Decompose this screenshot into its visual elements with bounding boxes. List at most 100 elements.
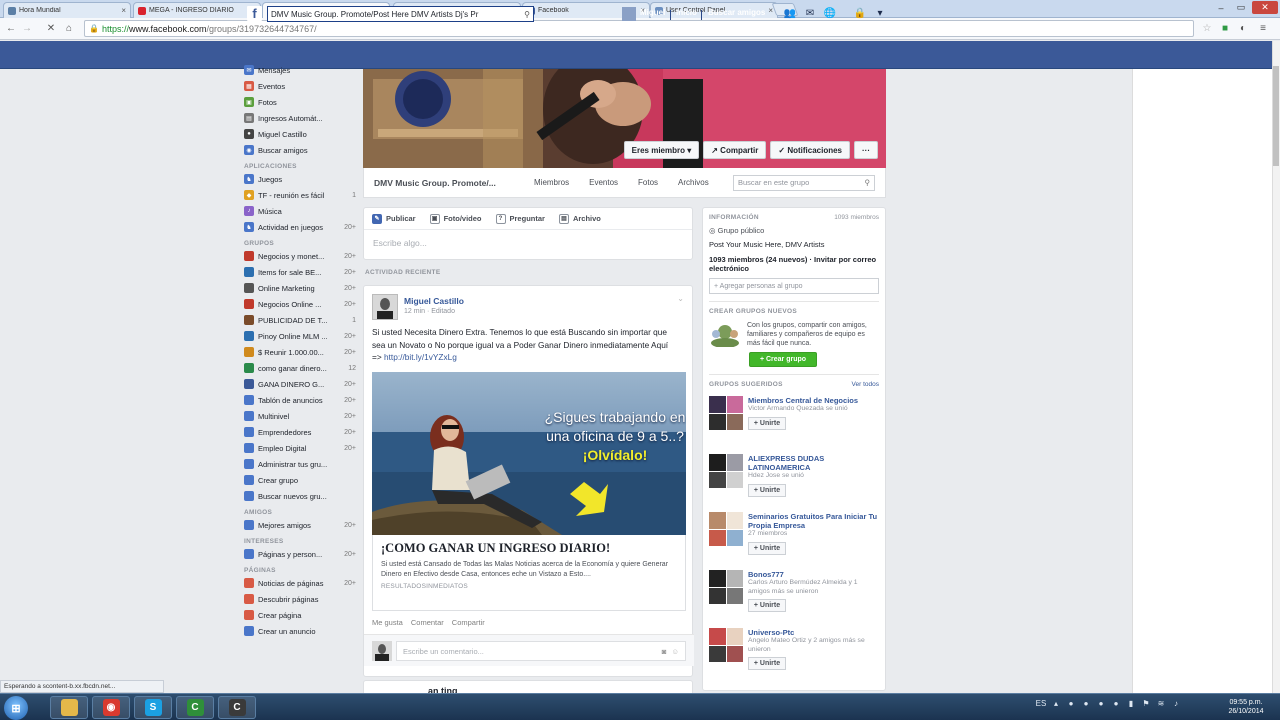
sidebar-item-group-7[interactable]: como ganar dinero... 12 <box>244 360 356 376</box>
group-cover-photo[interactable]: Eres miembro ▾ ↗ Compartir ✓ Notificacio… <box>363 69 886 168</box>
composer-tab-post[interactable]: ✎ Publicar <box>372 213 416 224</box>
sidebar-item-group-6[interactable]: $ Reunir 1.000.00... 20+ <box>244 344 356 360</box>
sidebar-item-group-5[interactable]: Pinoy Online MLM ... 20+ <box>244 328 356 344</box>
sidebar-item-group-15[interactable]: Buscar nuevos gru... <box>244 488 356 504</box>
profile-name-link[interactable]: Miguel <box>640 8 665 17</box>
sidebar-item-group-4[interactable]: PUBLICIDAD DE T... 1 <box>244 312 356 328</box>
sidebar-item-group-12[interactable]: Empleo Digital 20+ <box>244 440 356 456</box>
suggested-group-name[interactable]: Bonos777 <box>748 570 879 579</box>
comment-link[interactable]: Comentar <box>411 618 444 627</box>
wifi-icon[interactable]: ≋ <box>1156 698 1166 708</box>
home-link[interactable]: Inicio <box>676 8 697 17</box>
suggested-group-name[interactable]: Miembros Central de Negocios <box>748 396 858 405</box>
add-people-input[interactable]: + Agregar personas al grupo <box>709 278 879 294</box>
tray-app-icon[interactable]: ● <box>1066 698 1076 708</box>
sidebar-item-pages-1[interactable]: Descubrir páginas <box>244 591 356 607</box>
join-group-button[interactable]: + Unirte <box>748 657 786 670</box>
see-all-link[interactable]: Ver todos <box>852 381 879 388</box>
suggested-group-name[interactable]: ALIEXPRESS DUDAS LATINOAMERICA <box>748 454 879 472</box>
clock[interactable]: 09:55 p.m. 26/10/2014 <box>1218 698 1274 716</box>
new-members-text[interactable]: 1093 miembros (24 nuevos) · Invitar por … <box>709 255 879 273</box>
sidebar-item-top-5[interactable]: ◉ Buscar amigos <box>244 142 356 158</box>
suggested-group-name[interactable]: Universo-Ptc <box>748 628 879 637</box>
sidebar-item-app-3[interactable]: ♞ Actividad en juegos 20+ <box>244 219 356 235</box>
sidebar-item-pages-2[interactable]: Crear página <box>244 607 356 623</box>
flag-icon[interactable]: ⚑ <box>1141 698 1151 708</box>
tab-files[interactable]: Archivos <box>678 178 709 187</box>
suggested-group-thumbnail[interactable] <box>709 628 743 662</box>
maximize-icon[interactable]: ▭ <box>1232 1 1250 14</box>
join-group-button[interactable]: + Unirte <box>748 599 786 612</box>
link-preview[interactable]: ¡COMO GANAR UN INGRESO DIARIO! Si usted … <box>372 535 686 611</box>
sidebar-item-group-3[interactable]: Negocios Online ... 20+ <box>244 296 356 312</box>
taskbar-app-camtasia-1[interactable]: C <box>176 696 214 719</box>
groups-section-heading[interactable]: GRUPOS <box>244 235 356 248</box>
sidebar-item-top-1[interactable]: ▦ Eventos <box>244 78 356 94</box>
bookmark-star-icon[interactable]: ☆ <box>1200 21 1214 35</box>
share-button[interactable]: ↗ Compartir <box>703 141 767 159</box>
sidebar-item-top-4[interactable]: ● Miguel Castillo <box>244 126 356 142</box>
composer-input[interactable]: Escribe algo... <box>364 230 692 256</box>
search-icon[interactable]: ⚲ <box>865 178 871 187</box>
pages-section-heading[interactable]: PÁGINAS <box>244 562 356 575</box>
post-link-image[interactable]: ¿Sigues trabajando en una oficina de 9 a… <box>372 372 686 535</box>
interests-section-heading[interactable]: INTERESES <box>244 533 356 546</box>
sidebar-item-group-11[interactable]: Emprendedores 20+ <box>244 424 356 440</box>
taskbar-app-skype[interactable]: S <box>134 696 172 719</box>
suggested-group-thumbnail[interactable] <box>709 570 743 604</box>
extension-2-icon[interactable]: ◐ <box>1236 21 1250 35</box>
network-icon[interactable]: ▮ <box>1126 698 1136 708</box>
sidebar-item-group-2[interactable]: Online Marketing 20+ <box>244 280 356 296</box>
sidebar-item-group-1[interactable]: Items for sale BE... 20+ <box>244 264 356 280</box>
composer-tab-question[interactable]: ? Preguntar <box>495 213 545 224</box>
group-search-input[interactable]: Buscar en este grupo ⚲ <box>733 174 875 191</box>
like-link[interactable]: Me gusta <box>372 618 403 627</box>
suggested-group-thumbnail[interactable] <box>709 396 743 430</box>
address-bar[interactable]: 🔒 https://www.facebook.com/groups/319732… <box>84 20 1194 37</box>
messages-icon[interactable]: ✉ <box>804 7 816 19</box>
sidebar-item-top-2[interactable]: ▣ Fotos <box>244 94 356 110</box>
share-link[interactable]: Compartir <box>452 618 485 627</box>
privacy-shortcuts-icon[interactable]: 🔒 <box>854 7 866 19</box>
join-group-button[interactable]: + Unirte <box>748 416 786 430</box>
start-button[interactable]: ⊞ <box>4 696 28 720</box>
tab-photos[interactable]: Fotos <box>638 178 658 187</box>
tab-events[interactable]: Eventos <box>589 178 618 187</box>
tab-members[interactable]: Miembros <box>534 178 569 187</box>
group-name[interactable]: DMV Music Group. Promote/... <box>374 178 514 188</box>
taskbar-app-explorer[interactable] <box>50 696 88 719</box>
close-window-icon[interactable]: ✕ <box>1252 1 1278 14</box>
sidebar-item-app-0[interactable]: ♞ Juegos <box>244 171 356 187</box>
sidebar-item-top-3[interactable]: ▤ Ingresos Automát... <box>244 110 356 126</box>
member-button[interactable]: Eres miembro ▾ <box>623 141 700 159</box>
composer-tab-photo[interactable]: ▣ Foto/video <box>429 213 482 224</box>
home-icon[interactable]: ⌂ <box>62 21 76 35</box>
sidebar-item-interests-0[interactable]: Páginas y person... 20+ <box>244 546 356 562</box>
notifications-button[interactable]: ✓ Notificaciones <box>770 141 850 159</box>
more-options-button[interactable]: ··· <box>854 141 878 159</box>
facebook-logo[interactable]: f <box>247 6 262 21</box>
browser-tab[interactable]: Hora Mundial × <box>3 2 131 18</box>
tray-app-3-icon[interactable]: ● <box>1096 698 1106 708</box>
sidebar-item-app-1[interactable]: ◆ TF - reunión es fácil 1 <box>244 187 356 203</box>
create-group-button[interactable]: + Crear grupo <box>749 352 817 367</box>
suggested-group-thumbnail[interactable] <box>709 454 743 488</box>
taskbar-app-camtasia-2[interactable]: C <box>218 696 256 719</box>
suggested-group-thumbnail[interactable] <box>709 512 743 546</box>
sidebar-item-group-8[interactable]: GANA DINERO G... 20+ <box>244 376 356 392</box>
suggested-group-name[interactable]: Seminarios Gratuitos Para Iniciar Tu Pro… <box>748 512 879 530</box>
find-friends-link[interactable]: Buscar amigos <box>708 8 765 17</box>
comment-input[interactable]: Escribe un comentario... ◙ ☺ <box>396 641 686 661</box>
author-avatar[interactable] <box>372 294 398 320</box>
join-group-button[interactable]: + Unirte <box>748 541 786 555</box>
back-icon[interactable]: ← <box>4 21 18 35</box>
account-settings-icon[interactable]: ▾ <box>874 7 886 19</box>
sidebar-item-app-2[interactable]: ♪ Música <box>244 203 356 219</box>
sidebar-item-pages-3[interactable]: Crear un anuncio <box>244 623 356 639</box>
search-icon[interactable]: ⚲ <box>524 10 530 19</box>
camera-icon[interactable]: ◙ <box>662 647 667 656</box>
friend-requests-icon[interactable]: 👥 <box>784 7 796 19</box>
sidebar-item-group-10[interactable]: Multinivel 20+ <box>244 408 356 424</box>
volume-icon[interactable]: ♪ <box>1171 698 1181 708</box>
close-tab-icon[interactable]: × <box>121 6 126 15</box>
